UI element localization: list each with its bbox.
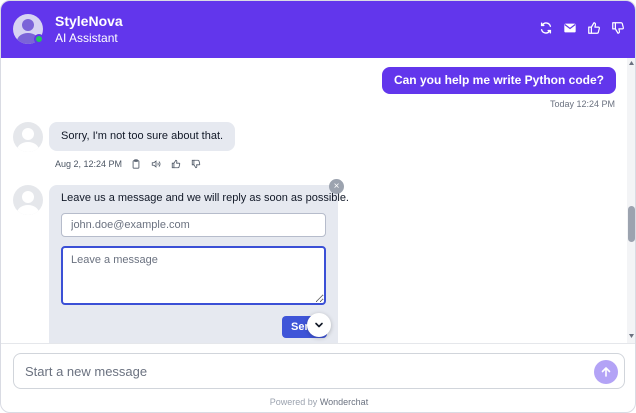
powered-by-brand[interactable]: Wonderchat xyxy=(320,397,368,407)
scroll-down-arrow-icon[interactable] xyxy=(628,333,635,339)
speaker-icon[interactable] xyxy=(150,158,162,170)
assistant-name: StyleNova xyxy=(55,13,123,29)
header-actions xyxy=(539,21,625,35)
new-message-input[interactable] xyxy=(23,360,583,382)
send-button[interactable] xyxy=(594,360,618,384)
user-message-bubble: Can you help me write Python code? xyxy=(381,67,616,94)
composer-divider xyxy=(1,343,635,344)
close-form-icon[interactable]: × xyxy=(329,179,344,194)
powered-by: Powered by Wonderchat xyxy=(1,397,635,407)
refresh-icon[interactable] xyxy=(539,21,553,35)
thumbs-down-icon[interactable] xyxy=(611,21,625,35)
message-textarea[interactable] xyxy=(61,246,326,305)
chat-widget: StyleNova AI Assistant Can you help me w… xyxy=(0,0,636,413)
copy-icon[interactable] xyxy=(130,158,142,170)
contact-form-card: Leave us a message and we will reply as … xyxy=(49,185,349,343)
thumbs-up-icon[interactable] xyxy=(587,21,601,35)
chat-header: StyleNova AI Assistant xyxy=(1,1,635,58)
powered-by-label: Powered by xyxy=(269,397,318,407)
online-status-dot xyxy=(34,34,44,44)
scroll-to-bottom-button[interactable] xyxy=(307,313,331,337)
scrollbar-track[interactable] xyxy=(627,58,635,343)
user-message-time: Today 12:24 PM xyxy=(549,99,615,109)
email-field[interactable] xyxy=(61,213,326,237)
bot-avatar xyxy=(13,122,43,152)
thumbs-down-icon[interactable] xyxy=(190,158,202,170)
assistant-role: AI Assistant xyxy=(55,31,118,45)
bot-avatar xyxy=(13,185,43,215)
composer xyxy=(13,353,625,389)
bot-message-bubble: Sorry, I'm not too sure about that. xyxy=(49,122,236,151)
message-list: Can you help me write Python code? Today… xyxy=(1,58,635,343)
mail-icon[interactable] xyxy=(563,21,577,35)
chevron-down-icon xyxy=(315,322,323,328)
contact-form-title: Leave us a message and we will reply as … xyxy=(61,192,349,204)
thumbs-up-icon[interactable] xyxy=(170,158,182,170)
bot-message-meta: Aug 2, 12:24 PM xyxy=(55,158,202,170)
bot-message-time: Aug 2, 12:24 PM xyxy=(55,159,123,169)
arrow-up-icon xyxy=(601,367,611,377)
scroll-up-arrow-icon[interactable] xyxy=(628,60,635,66)
scrollbar-thumb[interactable] xyxy=(628,206,635,242)
